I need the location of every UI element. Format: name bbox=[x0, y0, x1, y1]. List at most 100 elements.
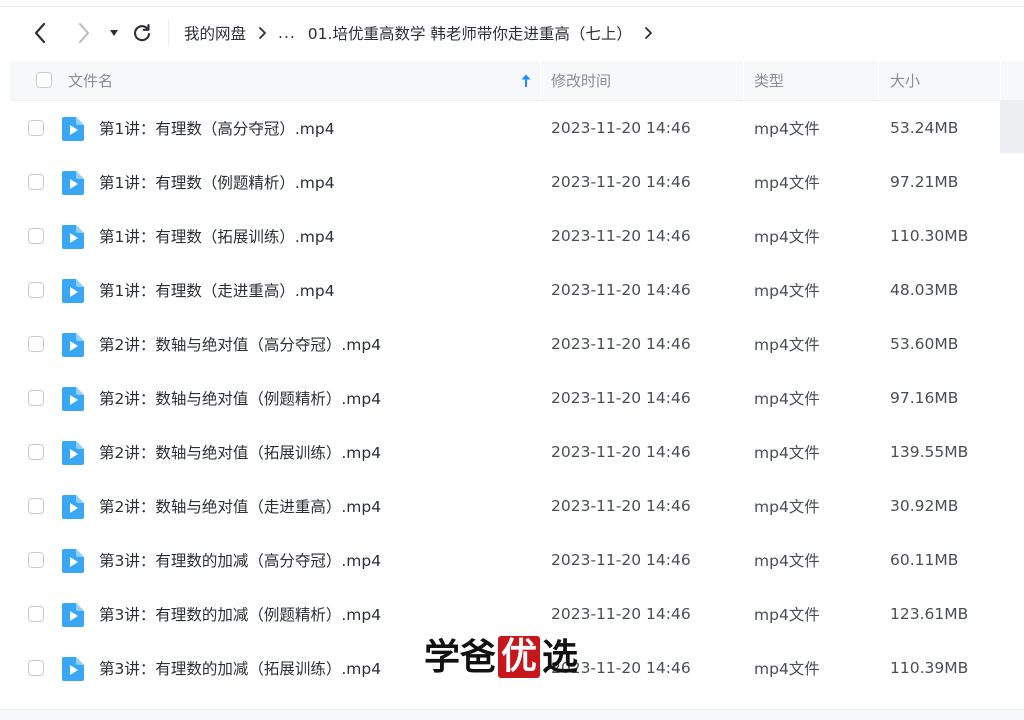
file-list-header: 文件名 修改时间 类型 大小 bbox=[10, 61, 1024, 101]
video-file-icon bbox=[62, 549, 84, 573]
refresh-icon bbox=[134, 23, 151, 42]
table-row[interactable]: 第1讲：有理数（例题精析）.mp4 2023-11-20 14:46 mp4文件… bbox=[10, 155, 1000, 209]
file-type: mp4文件 bbox=[754, 390, 820, 408]
file-name[interactable]: 第1讲：有理数（走进重高）.mp4 bbox=[99, 263, 335, 317]
forward-button[interactable] bbox=[70, 7, 98, 59]
table-row[interactable]: 第2讲：数轴与绝对值（例题精析）.mp4 2023-11-20 14:46 mp… bbox=[10, 371, 1000, 425]
table-row[interactable]: 第2讲：数轴与绝对值（高分夺冠）.mp4 2023-11-20 14:46 mp… bbox=[10, 317, 1000, 371]
chevron-right-icon bbox=[79, 23, 89, 43]
column-divider bbox=[878, 61, 879, 100]
file-size: 123.61MB bbox=[890, 605, 969, 623]
watermark-char: 学 bbox=[424, 636, 461, 678]
file-modified-time: 2023-11-20 14:46 bbox=[551, 227, 691, 245]
file-size: 139.55MB bbox=[890, 443, 969, 461]
navigation-bar: 我的网盘 ... 01.培优重高数学 韩老师带你走进重高（七上） bbox=[0, 7, 1024, 59]
refresh-button[interactable] bbox=[130, 7, 154, 59]
table-row[interactable]: 第2讲：数轴与绝对值（拓展训练）.mp4 2023-11-20 14:46 mp… bbox=[10, 425, 1000, 479]
file-type: mp4文件 bbox=[754, 174, 820, 192]
file-type: mp4文件 bbox=[754, 228, 820, 246]
file-size: 53.24MB bbox=[890, 119, 959, 137]
file-modified-time: 2023-11-20 14:46 bbox=[551, 281, 691, 299]
column-divider bbox=[540, 61, 541, 100]
file-size: 48.03MB bbox=[890, 281, 959, 299]
file-size: 30.92MB bbox=[890, 497, 959, 515]
row-checkbox[interactable] bbox=[28, 174, 44, 190]
file-type: mp4文件 bbox=[754, 444, 820, 462]
row-checkbox[interactable] bbox=[28, 336, 44, 352]
file-name[interactable]: 第2讲：数轴与绝对值（例题精析）.mp4 bbox=[99, 371, 381, 425]
file-type: mp4文件 bbox=[754, 336, 820, 354]
video-file-icon bbox=[62, 333, 84, 357]
row-checkbox[interactable] bbox=[28, 282, 44, 298]
scrollbar-thumb[interactable] bbox=[1000, 101, 1024, 153]
video-file-icon bbox=[62, 657, 84, 681]
breadcrumb-current-folder[interactable]: 01.培优重高数学 韩老师带你走进重高（七上） bbox=[308, 22, 632, 44]
chevron-right-icon bbox=[258, 26, 267, 40]
breadcrumb: 我的网盘 ... 01.培优重高数学 韩老师带你走进重高（七上） bbox=[184, 7, 664, 59]
file-name[interactable]: 第2讲：数轴与绝对值（走进重高）.mp4 bbox=[99, 479, 381, 533]
table-row[interactable]: 第3讲：有理数的加减（高分夺冠）.mp4 2023-11-20 14:46 mp… bbox=[10, 533, 1000, 587]
row-checkbox[interactable] bbox=[28, 228, 44, 244]
breadcrumb-ellipsis[interactable]: ... bbox=[278, 24, 296, 42]
video-file-icon bbox=[62, 387, 84, 411]
breadcrumb-root[interactable]: 我的网盘 bbox=[184, 22, 246, 44]
file-name[interactable]: 第3讲：有理数的加减（拓展训练）.mp4 bbox=[99, 641, 381, 695]
file-name[interactable]: 第2讲：数轴与绝对值（拓展训练）.mp4 bbox=[99, 425, 381, 479]
file-modified-time: 2023-11-20 14:46 bbox=[551, 551, 691, 569]
file-size: 53.60MB bbox=[890, 335, 959, 353]
file-modified-time: 2023-11-20 14:46 bbox=[551, 335, 691, 353]
file-size: 110.30MB bbox=[890, 227, 969, 245]
nav-divider bbox=[168, 19, 169, 47]
row-checkbox[interactable] bbox=[28, 552, 44, 568]
select-all-checkbox[interactable] bbox=[36, 72, 52, 88]
video-file-icon bbox=[62, 279, 84, 303]
file-type: mp4文件 bbox=[754, 660, 820, 678]
row-checkbox[interactable] bbox=[28, 660, 44, 676]
file-modified-time: 2023-11-20 14:46 bbox=[551, 443, 691, 461]
watermark-char: 选 bbox=[542, 636, 579, 678]
video-file-icon bbox=[62, 171, 84, 195]
back-button[interactable] bbox=[26, 7, 54, 59]
video-file-icon bbox=[62, 495, 84, 519]
file-type: mp4文件 bbox=[754, 606, 820, 624]
file-name[interactable]: 第1讲：有理数（拓展训练）.mp4 bbox=[99, 209, 335, 263]
column-header-modified-time[interactable]: 修改时间 bbox=[551, 61, 611, 100]
file-modified-time: 2023-11-20 14:46 bbox=[551, 497, 691, 515]
column-header-type[interactable]: 类型 bbox=[754, 61, 784, 100]
bottom-bar bbox=[0, 710, 1024, 720]
file-name[interactable]: 第1讲：有理数（例题精析）.mp4 bbox=[99, 155, 335, 209]
row-checkbox[interactable] bbox=[28, 120, 44, 136]
file-name[interactable]: 第2讲：数轴与绝对值（高分夺冠）.mp4 bbox=[99, 317, 381, 371]
history-dropdown-button[interactable] bbox=[106, 7, 122, 59]
video-file-icon bbox=[62, 225, 84, 249]
file-size: 97.21MB bbox=[890, 173, 959, 191]
row-checkbox[interactable] bbox=[28, 606, 44, 622]
video-file-icon bbox=[62, 603, 84, 627]
file-name[interactable]: 第1讲：有理数（高分夺冠）.mp4 bbox=[99, 101, 335, 155]
caret-down-icon bbox=[110, 30, 118, 36]
file-name[interactable]: 第3讲：有理数的加减（高分夺冠）.mp4 bbox=[99, 533, 381, 587]
file-type: mp4文件 bbox=[754, 120, 820, 138]
file-size: 110.39MB bbox=[890, 659, 969, 677]
chevron-right-icon bbox=[644, 26, 653, 40]
file-type: mp4文件 bbox=[754, 282, 820, 300]
file-name[interactable]: 第3讲：有理数的加减（例题精析）.mp4 bbox=[99, 587, 381, 641]
video-file-icon bbox=[62, 441, 84, 465]
table-row[interactable]: 第1讲：有理数（走进重高）.mp4 2023-11-20 14:46 mp4文件… bbox=[10, 263, 1000, 317]
chevron-left-icon bbox=[34, 22, 46, 44]
column-header-size[interactable]: 大小 bbox=[890, 61, 920, 100]
file-size: 97.16MB bbox=[890, 389, 959, 407]
row-checkbox[interactable] bbox=[28, 444, 44, 460]
sort-ascending-icon[interactable] bbox=[521, 73, 531, 92]
file-type: mp4文件 bbox=[754, 498, 820, 516]
table-row[interactable]: 第1讲：有理数（拓展训练）.mp4 2023-11-20 14:46 mp4文件… bbox=[10, 209, 1000, 263]
table-row[interactable]: 第1讲：有理数（高分夺冠）.mp4 2023-11-20 14:46 mp4文件… bbox=[10, 101, 1000, 155]
row-checkbox[interactable] bbox=[28, 498, 44, 514]
file-type: mp4文件 bbox=[754, 552, 820, 570]
video-file-icon bbox=[62, 117, 84, 141]
file-modified-time: 2023-11-20 14:46 bbox=[551, 119, 691, 137]
table-row[interactable]: 第2讲：数轴与绝对值（走进重高）.mp4 2023-11-20 14:46 mp… bbox=[10, 479, 1000, 533]
column-header-name[interactable]: 文件名 bbox=[68, 61, 113, 100]
row-checkbox[interactable] bbox=[28, 390, 44, 406]
column-divider bbox=[1000, 61, 1001, 100]
